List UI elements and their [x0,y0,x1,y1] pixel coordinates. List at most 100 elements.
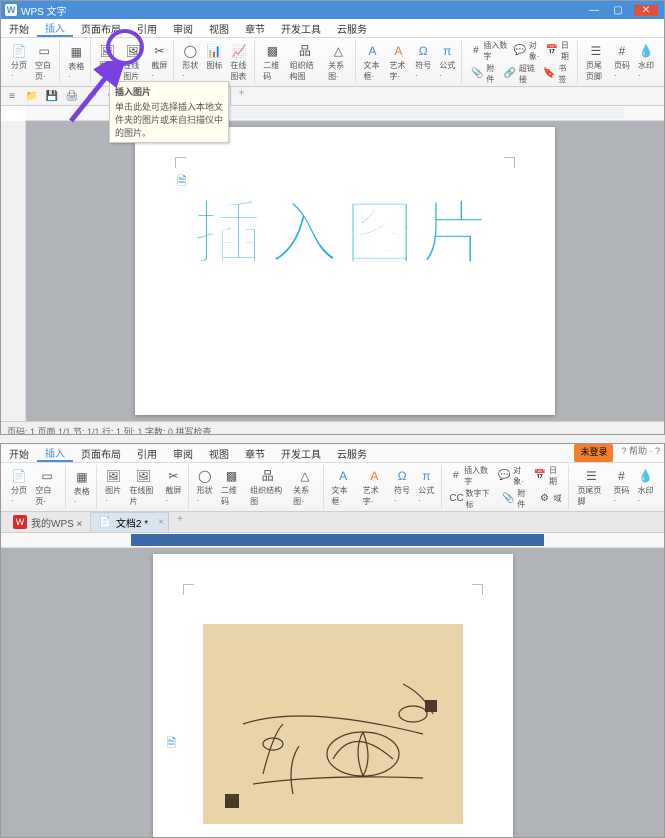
tab-close-icon[interactable]: × [158,517,164,528]
page-placeholder-icon: 🗎 [177,172,187,193]
maximize-button[interactable]: ▢ [610,5,626,16]
new-tab-button[interactable]: + [233,86,251,106]
ribbon-object[interactable]: 💬对象· [495,465,531,487]
ribbon-wordart[interactable]: A艺术字· [361,467,388,508]
ribbon-page-break[interactable]: 📄分页· [9,467,29,508]
ribbon-org-chart[interactable]: 品组织结构图 [248,467,287,508]
menu-layout[interactable]: 页面布局 [73,444,129,462]
ribbon-field[interactable]: ⚙域 [535,488,564,510]
ribbon-object[interactable]: 💬对象· [511,40,543,62]
shapes-icon: ◯ [182,43,198,59]
qat-menu-icon[interactable]: ≡ [5,91,19,102]
menu-start[interactable]: 开始 [1,444,37,462]
menu-reference[interactable]: 引用 [129,19,165,37]
menu-devtools[interactable]: 开发工具 [273,19,329,37]
document-tab-label: 文档2 * [116,515,148,530]
ribbon-formula[interactable]: π 公式· [437,42,457,83]
inserted-lotus-image[interactable] [203,624,463,824]
ribbon-blank-page[interactable]: ▭ 空白页· [33,42,55,83]
ribbon-attachment[interactable]: 📎附件 [499,488,535,510]
ribbon-header-footer[interactable]: ☰页尾页脚 [575,467,607,508]
ribbon-symbol[interactable]: Ω 符号· [413,42,433,83]
online-chart-icon: 📈 [231,43,247,59]
ribbon-insert-picture[interactable]: 🖼图片· [103,467,123,508]
attachment-icon: 📎 [502,493,514,505]
qat-undo-icon[interactable]: ↶ [85,91,99,102]
ribbon-wordart[interactable]: A 艺术字· [387,42,409,83]
ribbon-table[interactable]: ▦ 表格· [66,43,86,82]
textbox-icon: A [335,468,351,484]
menu-view[interactable]: 视图 [201,19,237,37]
ribbon-insert-number[interactable]: #插入数字 [448,465,496,487]
menu-layout[interactable]: 页面布局 [73,19,129,37]
ribbon-textbox[interactable]: A 文本框· [362,42,384,83]
new-tab-button[interactable]: + [171,512,189,532]
ribbon-insert-number[interactable]: #插入数字 [468,40,510,62]
qat-save-icon[interactable]: 💾 [45,91,59,102]
qat-print-icon[interactable]: 🖨 [65,91,79,102]
menu-insert[interactable]: 插入 [37,19,73,37]
document-canvas[interactable]: 🗎 [1,548,664,838]
ribbon-org-chart[interactable]: 品 组织结构图 [288,42,323,83]
menu-review[interactable]: 审阅 [165,444,201,462]
ribbon-page-number[interactable]: # 页码· [612,42,632,83]
ribbon-relation[interactable]: △ 关系图· [326,42,350,83]
wps-home-tab[interactable]: W 我的WPS × [5,512,90,532]
ribbon-formula[interactable]: π公式· [416,467,436,508]
ribbon-watermark[interactable]: 💧 水印· [636,42,656,83]
ribbon-insert-picture[interactable]: 🖼 图片· [97,42,117,83]
app-icon: W [5,4,17,16]
help-label[interactable]: ? 帮助 · ? [617,444,664,462]
picture-icon: 🖼 [99,43,115,59]
menu-cloud[interactable]: 云服务 [329,444,375,462]
ribbon-online-picture[interactable]: 🖼在线图片 [127,467,159,508]
ribbon-screenshot[interactable]: ✂截屏· [163,467,183,508]
wps-logo-icon: W [13,515,27,529]
menu-bar: 开始 插入 页面布局 引用 审阅 视图 章节 开发工具 云服务 未登录 ? 帮助… [1,444,664,463]
ribbon-subscript[interactable]: CC数字下标 [448,488,500,510]
page-break-icon: 📄 [11,43,27,59]
menu-cloud[interactable]: 云服务 [329,19,375,37]
ribbon-qrcode[interactable]: ▩ 二维码 [261,42,283,83]
ribbon-attachment[interactable]: 📎附件 [468,63,501,85]
ribbon-date[interactable]: 📅日期 [543,40,573,62]
ribbon-relation[interactable]: △关系图· [291,467,318,508]
menu-section[interactable]: 章节 [237,19,273,37]
ribbon-shapes[interactable]: ◯形状· [195,467,215,508]
ribbon-textbox[interactable]: A文本框· [330,467,357,508]
ribbon-chart-icon[interactable]: 📊 图标 [204,42,224,83]
close-button[interactable]: ✕ [634,5,658,16]
ribbon-screenshot[interactable]: ✂ 截屏· [149,42,169,83]
menu-section[interactable]: 章节 [237,444,273,462]
qrcode-icon: ▩ [264,43,280,59]
menu-start[interactable]: 开始 [1,19,37,37]
menu-review[interactable]: 审阅 [165,19,201,37]
ribbon-page-number[interactable]: #页码· [611,467,631,508]
ribbon-qrcode[interactable]: ▩二维码 [219,467,244,508]
ribbon-online-chart[interactable]: 📈 在线图表 [228,42,250,83]
qat-open-icon[interactable]: 📁 [25,91,39,102]
minimize-button[interactable]: — [586,5,602,16]
menu-reference[interactable]: 引用 [129,444,165,462]
menu-devtools[interactable]: 开发工具 [273,444,329,462]
qrcode-icon: ▩ [224,468,240,484]
symbol-icon: Ω [394,468,410,484]
ribbon-symbol[interactable]: Ω符号· [392,467,412,508]
ribbon-header-footer[interactable]: ☰ 页尾页脚 [584,42,608,83]
document-tab[interactable]: 📄 文档2 * × [90,512,169,532]
menu-insert[interactable]: 插入 [37,444,73,462]
menu-view[interactable]: 视图 [201,444,237,462]
document-canvas[interactable]: 🗎 [26,121,664,421]
ribbon-online-picture[interactable]: 🖼 在线图片 [121,42,145,83]
wps-tab-label: 我的WPS × [31,515,82,530]
ribbon-bookmark[interactable]: 🔖书签 [540,63,573,85]
date-icon: 📅 [534,470,546,482]
ribbon-date[interactable]: 📅日期 [531,465,564,487]
ribbon-table[interactable]: ▦表格· [72,468,92,507]
ribbon-hyperlink[interactable]: 🔗超链接 [501,63,540,85]
ribbon-watermark[interactable]: 💧水印· [636,467,656,508]
ribbon-blank-page[interactable]: ▭空白页· [33,467,60,508]
ribbon-page-break[interactable]: 📄 分页· [9,42,29,83]
ribbon-shapes[interactable]: ◯ 形状· [180,42,200,83]
login-button[interactable]: 未登录 [574,444,613,462]
